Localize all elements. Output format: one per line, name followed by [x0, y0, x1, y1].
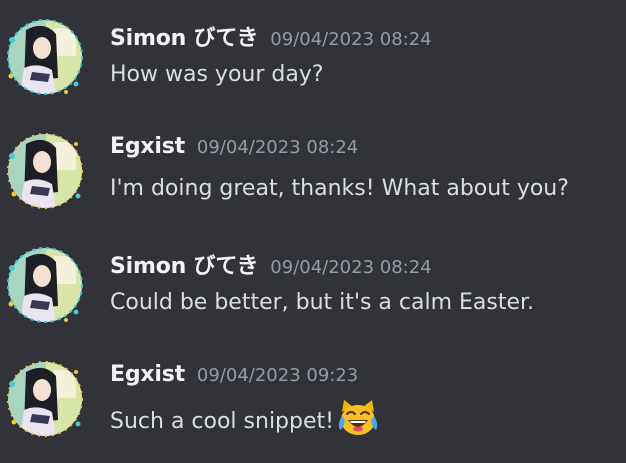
username[interactable]: Egxist	[110, 134, 185, 159]
avatar[interactable]	[6, 18, 84, 96]
message-content: Could be better, but it's a calm Easter.	[110, 290, 534, 315]
timestamp: 09/04/2023 09:23	[196, 365, 359, 386]
username[interactable]: Simon びてき	[110, 20, 258, 52]
avatar[interactable]	[6, 360, 84, 438]
message-header: Egxist 09/04/2023 08:24	[110, 134, 358, 168]
avatar[interactable]	[6, 246, 84, 324]
message-text: Could be better, but it's a calm Easter.	[110, 290, 535, 315]
avatar[interactable]	[6, 132, 84, 210]
timestamp: 09/04/2023 08:24	[270, 257, 432, 278]
message-header: Egxist 09/04/2023 09:23	[110, 362, 358, 396]
chat-log: Simon びてき 09/04/2023 08:24 How was your …	[0, 0, 626, 463]
message-item: Egxist 09/04/2023 08:24 I'm doing great,…	[0, 132, 626, 232]
message-content: Such a cool snippet!	[110, 400, 380, 438]
message-text: Such a cool snippet!	[110, 408, 334, 434]
message-text: How was your day?	[110, 62, 324, 87]
message-header: Simon びてき 09/04/2023 08:24	[110, 20, 432, 54]
username[interactable]: Simon びてき	[110, 248, 258, 280]
timestamp: 09/04/2023 08:24	[270, 29, 432, 50]
message-header: Simon びてき 09/04/2023 08:24	[110, 248, 432, 282]
username[interactable]: Egxist	[110, 362, 185, 387]
message-content: How was your day?	[110, 62, 324, 87]
timestamp: 09/04/2023 08:24	[196, 137, 359, 158]
message-item: Simon びてき 09/04/2023 08:24 Could be bett…	[0, 246, 626, 346]
laughing-tears-cat-emoji	[336, 398, 380, 438]
message-item: Simon びてき 09/04/2023 08:24 How was your …	[0, 18, 626, 118]
message-text: I'm doing great, thanks! What about you?	[110, 176, 569, 201]
message-content: I'm doing great, thanks! What about you?	[110, 176, 569, 201]
message-item: Egxist 09/04/2023 09:23 Such a cool snip…	[0, 360, 626, 460]
